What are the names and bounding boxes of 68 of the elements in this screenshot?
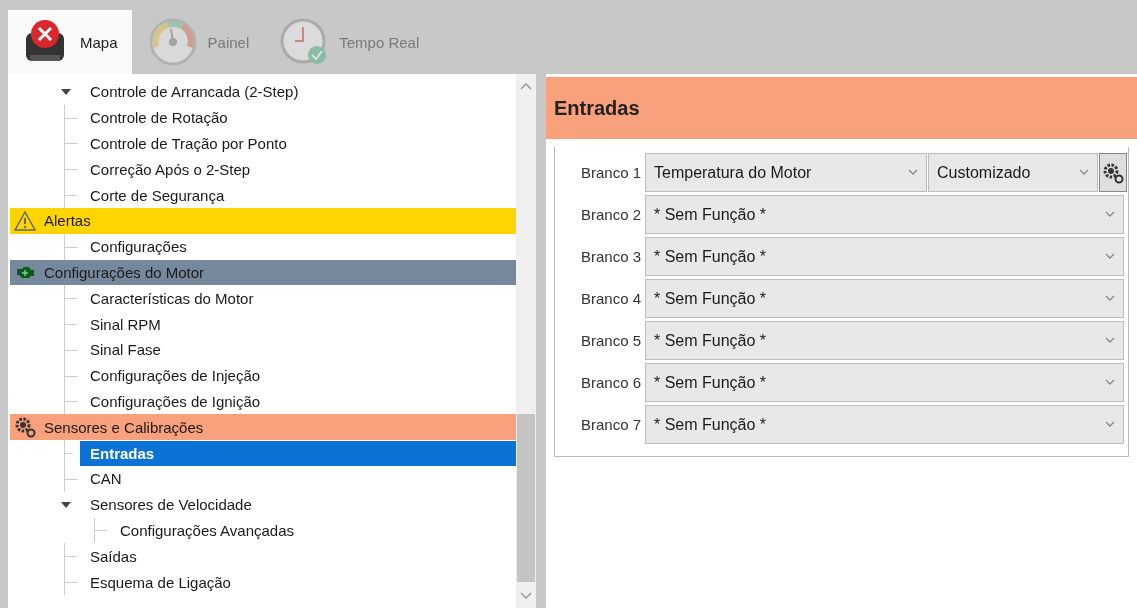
- dropdown[interactable]: * Sem Função *: [645, 195, 1124, 234]
- chevron-down-icon: [1105, 379, 1115, 386]
- tree-connector-line: [64, 182, 79, 208]
- input-label: Branco 2: [579, 206, 641, 223]
- chevron-down-icon: [1079, 169, 1089, 176]
- category-title: Alertas: [44, 212, 91, 230]
- tree-item[interactable]: Saídas: [88, 543, 516, 569]
- input-label: Branco 5: [579, 332, 641, 349]
- tree-item[interactable]: Controle de Arrancada (2-Step): [88, 79, 516, 105]
- dropdown[interactable]: Temperatura do Motor: [645, 153, 927, 192]
- category-header[interactable]: Alertas: [10, 208, 516, 234]
- dropdown[interactable]: * Sem Função *: [645, 321, 1124, 360]
- tree-connector-line: [94, 517, 109, 544]
- category-header[interactable]: Sensores e Calibrações: [10, 414, 516, 441]
- tree-connector-line: [64, 156, 79, 183]
- tree-connector-line: [64, 233, 79, 260]
- tree-item[interactable]: Configurações: [88, 234, 516, 260]
- gears-icon: [14, 416, 36, 439]
- chevron-down-icon: [1105, 337, 1115, 344]
- tree-connector-line: [64, 336, 79, 363]
- input-label: Branco 6: [579, 374, 641, 391]
- scroll-up-icon[interactable]: [520, 82, 532, 90]
- tree-item[interactable]: Configurações de Injeção: [88, 363, 516, 389]
- tree-item[interactable]: Controle de Tração por Ponto: [88, 131, 516, 156]
- category-header[interactable]: Configurações do Motor: [10, 259, 516, 286]
- dropdown[interactable]: * Sem Função *: [645, 363, 1124, 402]
- panel-title: Entradas: [546, 77, 1137, 139]
- tree-item[interactable]: Entradas: [80, 440, 516, 466]
- warning-icon: [14, 209, 36, 232]
- category-title: Sensores e Calibrações: [44, 418, 204, 436]
- tree-item[interactable]: Esquema de Ligação: [88, 569, 516, 595]
- tree-item[interactable]: Corte de Segurança: [88, 182, 516, 208]
- scrollbar-thumb[interactable]: [517, 414, 535, 582]
- dropdown[interactable]: * Sem Função *: [645, 405, 1124, 444]
- dropdown[interactable]: Customizado: [928, 153, 1098, 192]
- tree-connector-line: [64, 543, 79, 570]
- input-label: Branco 4: [579, 290, 641, 307]
- chevron-down-icon: [1105, 295, 1115, 302]
- gears-icon: [1102, 161, 1124, 184]
- tree-item[interactable]: Configurações Avançadas: [118, 517, 516, 543]
- dropdown[interactable]: * Sem Função *: [645, 237, 1124, 276]
- tree-item[interactable]: Características do Motor: [88, 285, 516, 311]
- chevron-down-icon: [908, 169, 918, 176]
- tree-item[interactable]: Controle de Rotação: [88, 105, 516, 131]
- tree-item[interactable]: Correção Após o 2-Step: [88, 156, 516, 182]
- gauge-icon: [147, 17, 198, 67]
- chevron-down-icon: [1105, 253, 1115, 260]
- tree-connector-line: [64, 362, 79, 389]
- input-label: Branco 7: [579, 416, 641, 433]
- input-label: Branco 3: [579, 248, 641, 265]
- tree-connector-line: [64, 311, 79, 337]
- tree-connector-line: [64, 104, 79, 131]
- category-title: Configurações do Motor: [44, 263, 205, 281]
- tree-connector-line: [64, 569, 79, 595]
- tree-item[interactable]: Sinal RPM: [88, 311, 516, 337]
- tree-item[interactable]: Sinal Fase: [88, 337, 516, 363]
- tree-connector-line: [64, 130, 79, 157]
- input-label: Branco 1: [579, 164, 641, 181]
- chevron-down-icon: [1105, 421, 1115, 428]
- scroll-down-icon[interactable]: [520, 592, 532, 600]
- tree-connector-line: [64, 285, 79, 312]
- tab[interactable]: Mapa: [8, 10, 132, 74]
- settings-button[interactable]: [1099, 153, 1127, 192]
- tree-item[interactable]: Sensores de Velocidade: [88, 492, 516, 518]
- dropdown[interactable]: * Sem Função *: [645, 279, 1124, 318]
- tree-item[interactable]: Configurações de Ignição: [88, 388, 516, 414]
- tree-item[interactable]: CAN: [88, 466, 516, 492]
- chevron-down-icon: [1105, 211, 1115, 218]
